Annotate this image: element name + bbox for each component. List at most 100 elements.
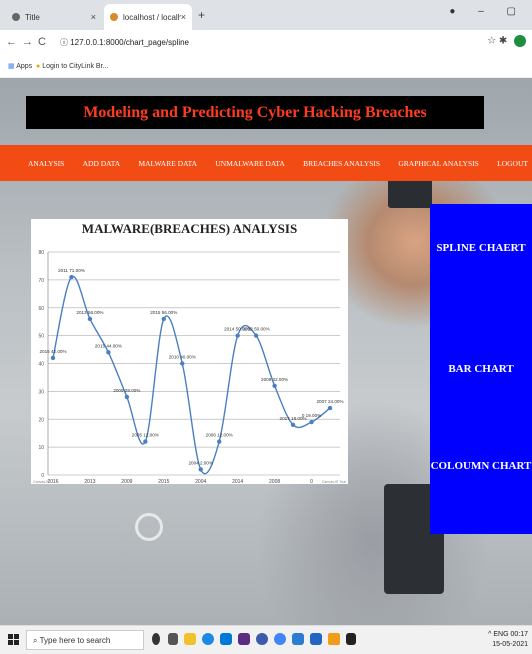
data-point: [50, 355, 56, 361]
laptop-photo: [388, 178, 432, 208]
windows-taskbar: ⌕ Type here to search ^ ENG 00:17 15-05-…: [0, 625, 532, 654]
y-tick-label: 20: [38, 417, 44, 423]
window-controls[interactable]: ● – ▢: [449, 6, 526, 17]
phpmyadmin-icon: [110, 13, 118, 21]
data-label: 2006 12.00%: [206, 433, 233, 438]
apps-grid-icon[interactable]: ▦: [8, 63, 15, 70]
y-tick-label: 10: [38, 445, 44, 451]
credits-left: CanvasJS: [33, 480, 50, 484]
url-input[interactable]: ⓘ 127.0.0.1:8000/chart_page/spline: [60, 35, 480, 51]
new-tab-button[interactable]: +: [198, 8, 205, 22]
data-point: [161, 316, 166, 322]
y-tick-label: 0: [41, 473, 44, 479]
forward-icon[interactable]: →: [22, 36, 33, 48]
data-point: [69, 274, 74, 280]
x-tick-label: 2009: [121, 479, 132, 484]
x-tick-label: 2004: [195, 479, 206, 484]
credits-right: CanvasJS Trial: [322, 480, 346, 484]
browser-tab-bar: Title × localhost / localhost / hacking …: [0, 0, 532, 30]
gear-icon: [135, 513, 163, 541]
browser-tab-localhost[interactable]: localhost / localhost / hacking / ×: [104, 4, 192, 30]
data-label: 2010 40.00%: [169, 355, 196, 360]
y-tick-label: 40: [38, 362, 44, 368]
y-tick-label: 70: [38, 278, 44, 284]
citylink-icon: ●: [36, 63, 41, 70]
globe-icon: [12, 13, 20, 21]
browser-tab-title[interactable]: Title ×: [6, 4, 102, 30]
windows-start-icon[interactable]: [8, 634, 20, 646]
data-point: [87, 316, 93, 322]
column-chart-button[interactable]: COLOUMN CHART: [430, 460, 532, 472]
y-tick-label: 80: [38, 250, 44, 256]
reload-icon[interactable]: C: [38, 36, 46, 48]
data-point: [198, 467, 203, 472]
word-icon[interactable]: [292, 633, 304, 645]
spline-chart: 0 10 20 30 40 50 60 70 80 2016 42.00% 2011 71.00% 2…: [31, 219, 348, 484]
data-label: 2011 71.00%: [58, 268, 85, 273]
y-tick-label: 60: [38, 306, 44, 312]
y-tick-label: 50: [38, 334, 44, 340]
nav-unmalware-data[interactable]: UNMALWARE DATA: [215, 159, 284, 168]
data-label: 2015 56.00%: [150, 310, 177, 315]
data-label: 2016 42.00%: [39, 349, 66, 354]
bar-chart-button[interactable]: BAR CHART: [430, 363, 532, 375]
data-label: 2012 50.00%: [243, 327, 270, 332]
data-point: [290, 422, 296, 428]
tab-label: Title: [25, 12, 40, 22]
data-point: [309, 419, 314, 425]
back-icon[interactable]: ←: [6, 36, 17, 48]
address-bar: ← → C ⓘ 127.0.0.1:8000/chart_page/spline…: [0, 30, 532, 57]
x-tick-label: 2008: [269, 479, 280, 484]
tray-text: ^ ENG: [488, 631, 509, 638]
data-point: [235, 333, 240, 338]
app-icon[interactable]: [256, 633, 268, 645]
nav-breaches-analysis[interactable]: BREACHES ANALYSIS: [303, 159, 380, 168]
app-icon[interactable]: [238, 633, 250, 645]
web-page: Modeling and Predicting Cyber Hacking Br…: [0, 78, 532, 625]
app-icon[interactable]: [310, 633, 322, 645]
data-point: [106, 350, 111, 355]
close-tab-icon[interactable]: ×: [181, 12, 186, 22]
nav-add-data[interactable]: ADD DATA: [83, 159, 121, 168]
system-tray[interactable]: ^ ENG 00:17 15-05-2021: [488, 630, 528, 650]
app-icon[interactable]: [328, 633, 340, 645]
profile-avatar[interactable]: [514, 35, 526, 47]
nav-analysis[interactable]: ANALYSIS: [28, 159, 64, 168]
data-label: 2013 56.00%: [76, 310, 103, 315]
bookmark-apps[interactable]: Apps: [16, 63, 32, 70]
x-tick-label: 2013: [84, 479, 95, 484]
nav-logout[interactable]: LOGOUT: [497, 159, 528, 168]
browser-extensions[interactable]: ☆ ✱: [487, 35, 526, 47]
chrome-icon[interactable]: [274, 633, 286, 645]
taskbar-search-input[interactable]: ⌕ Type here to search: [26, 630, 144, 650]
data-label: 2004 2.00%: [188, 460, 213, 465]
url-text: 127.0.0.1:8000/chart_page/spline: [70, 38, 189, 47]
edge-icon[interactable]: [202, 633, 214, 645]
data-label: 2007 24.00%: [316, 399, 343, 404]
task-view-icon[interactable]: [168, 633, 178, 645]
clock-date: 15-05-2021: [492, 641, 528, 648]
nav-graphical-analysis[interactable]: GRAPHICAL ANALYSIS: [398, 159, 478, 168]
data-point: [143, 439, 148, 444]
x-tick-label: 2014: [232, 479, 243, 484]
data-point: [124, 394, 130, 400]
series-line: [52, 275, 331, 475]
cortana-icon[interactable]: [152, 633, 160, 645]
data-label: 0 19.00%: [302, 413, 321, 418]
file-explorer-icon[interactable]: [184, 633, 196, 645]
data-point: [253, 333, 259, 338]
x-tick-label: 0: [310, 479, 313, 484]
bookmarks-bar: ▦ Apps ● Login to CityLink Br...: [0, 56, 532, 78]
store-icon[interactable]: [220, 633, 232, 645]
data-label: 2005 12.00%: [132, 433, 159, 438]
bookmark-citylink[interactable]: Login to CityLink Br...: [42, 63, 108, 70]
chart-canvas: 0 10 20 30 40 50 60 70 80 2016 42.00% 2011 71.00% 2…: [33, 250, 346, 484]
data-point: [327, 405, 333, 411]
spline-chart-button[interactable]: SPLINE CHAERT: [430, 242, 532, 254]
nav-malware-data[interactable]: MALWARE DATA: [138, 159, 197, 168]
x-tick-label: 2015: [158, 479, 169, 484]
app-icon[interactable]: [346, 633, 356, 645]
close-tab-icon[interactable]: ×: [91, 12, 96, 22]
data-label: 2008 32.00%: [261, 377, 288, 382]
clock-time: 00:17: [510, 631, 528, 638]
